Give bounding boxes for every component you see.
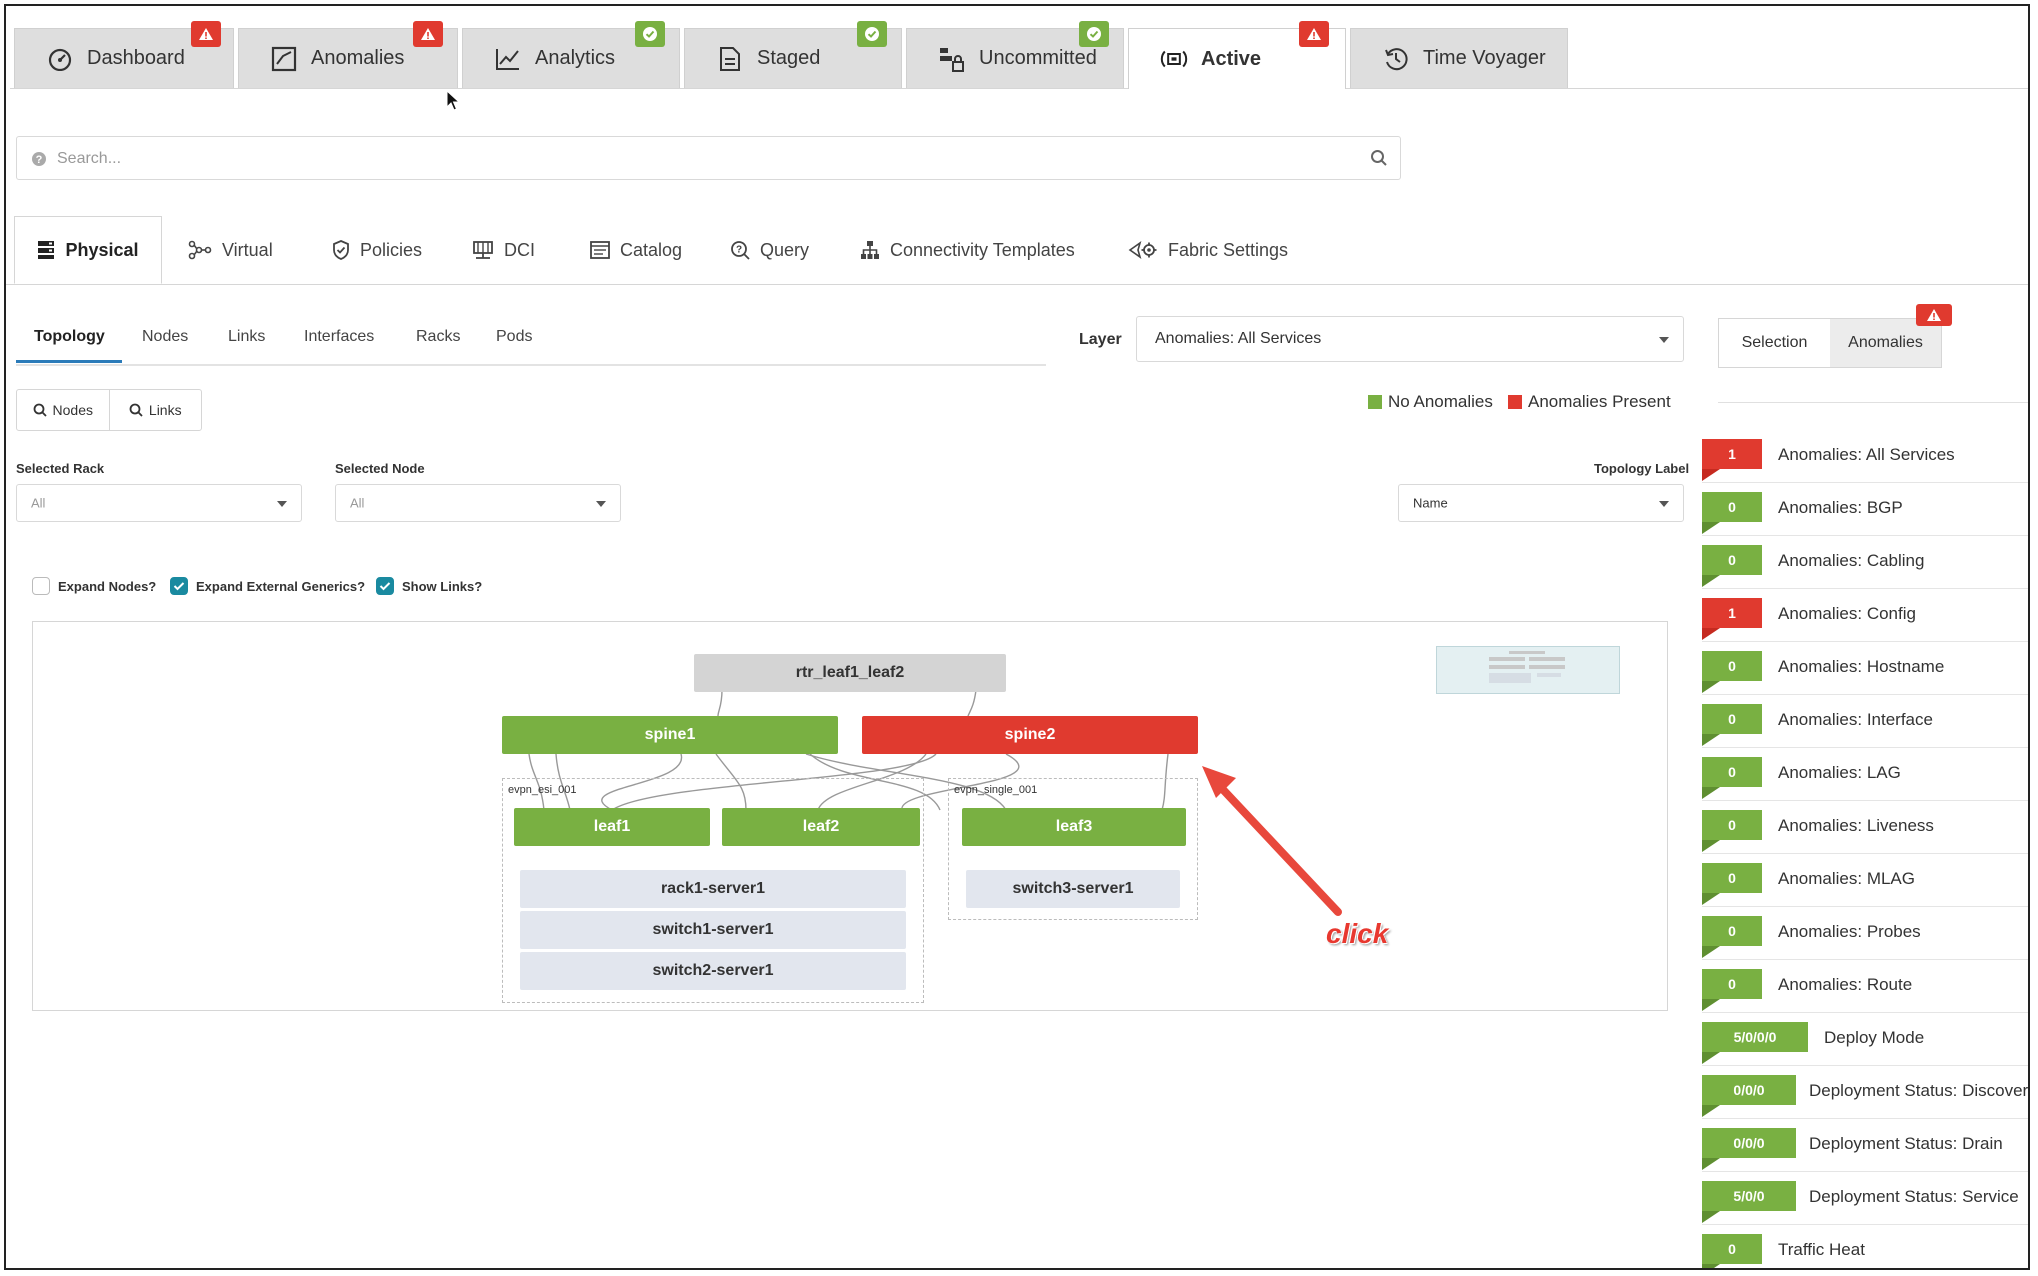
topology-minimap[interactable]	[1436, 646, 1620, 694]
rack-group-label: evpn_single_001	[954, 784, 1038, 796]
node-spine1[interactable]: spine1	[502, 716, 838, 754]
rack-group-label: evpn_esi_001	[508, 784, 577, 796]
node-leaf2[interactable]: leaf2	[722, 808, 920, 846]
node-spine2[interactable]: spine2	[862, 716, 1198, 754]
topology-links	[528, 689, 1169, 811]
node-external-router[interactable]: rtr_leaf1_leaf2	[694, 654, 1006, 692]
node-server[interactable]: switch2-server1	[520, 952, 906, 990]
node-leaf1[interactable]: leaf1	[514, 808, 710, 846]
node-server[interactable]: switch3-server1	[966, 870, 1180, 908]
annotation-label: click	[1326, 918, 1389, 949]
node-leaf3[interactable]: leaf3	[962, 808, 1186, 846]
annotation-arrow-icon	[1202, 766, 1342, 916]
node-server[interactable]: switch1-server1	[520, 911, 906, 949]
app-frame: Dashboard Anomalies Analytics Staged Unc…	[4, 4, 2030, 1270]
minimap-preview	[1489, 651, 1565, 683]
node-server[interactable]: rack1-server1	[520, 870, 906, 908]
